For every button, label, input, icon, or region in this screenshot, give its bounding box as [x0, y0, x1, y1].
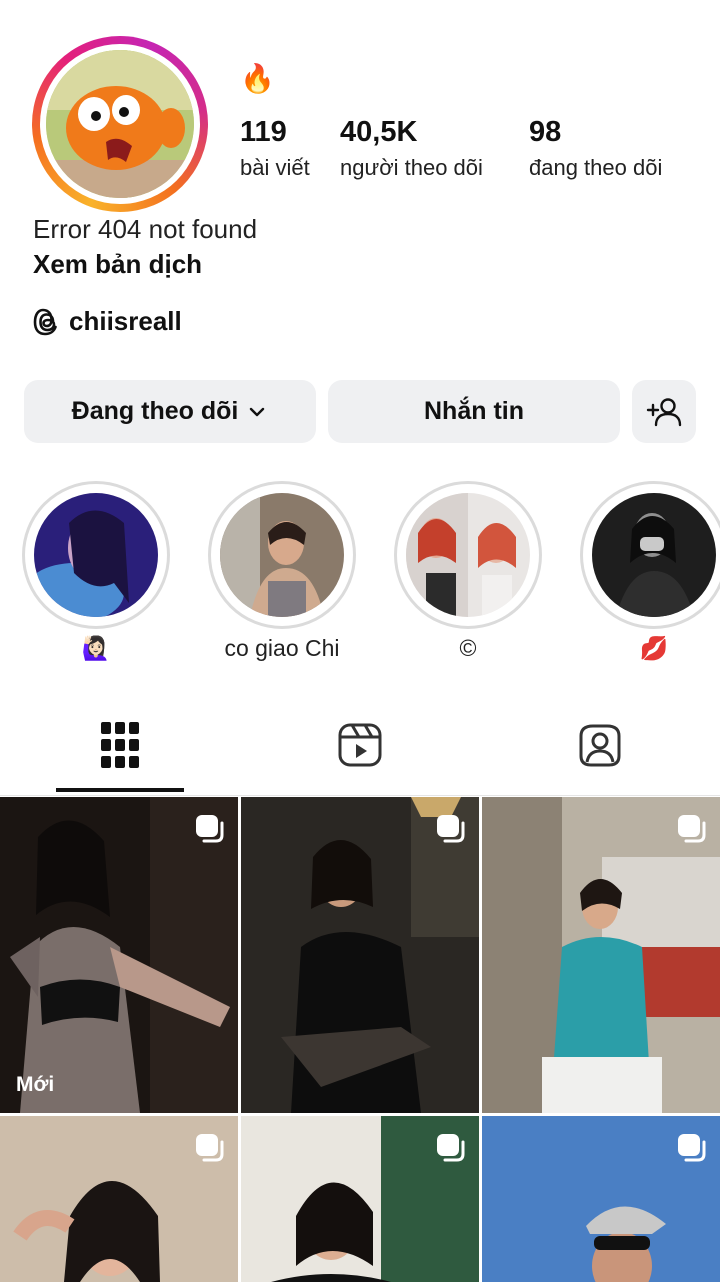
multiple-photos-icon — [196, 1134, 224, 1162]
multiple-photos-icon — [678, 815, 706, 843]
highlight-label: © — [459, 635, 477, 661]
threads-link[interactable]: chiisreall — [33, 306, 182, 337]
following-stat[interactable]: 98 đang theo dõi — [529, 116, 662, 181]
add-person-icon — [646, 397, 682, 426]
post-tile[interactable]: Mới — [0, 797, 238, 1113]
tab-reels[interactable] — [296, 715, 424, 775]
tagged-person-icon — [579, 724, 621, 767]
threads-icon — [33, 308, 57, 335]
highlight-cover — [34, 493, 158, 617]
tab-posts-grid[interactable] — [56, 715, 184, 775]
highlight-4[interactable]: 💋 — [580, 481, 720, 661]
grid-icon — [101, 722, 139, 768]
active-tab-indicator — [56, 788, 184, 792]
post-tile[interactable] — [482, 797, 720, 1113]
threads-handle: chiisreall — [69, 306, 182, 336]
post-tile[interactable] — [241, 1116, 479, 1282]
highlight-ring — [394, 481, 542, 629]
bio-text: Error 404 not found — [33, 214, 258, 244]
post-tile[interactable] — [482, 1116, 720, 1282]
new-post-badge: Mới — [16, 1073, 55, 1096]
highlight-ring — [208, 481, 356, 629]
post-tile[interactable] — [241, 797, 479, 1113]
highlight-2[interactable]: co giao Chi — [208, 481, 356, 661]
highlight-ring — [580, 481, 720, 629]
highlight-1[interactable]: 🙋🏻‍♀️ — [22, 481, 170, 661]
multiple-photos-icon — [196, 815, 224, 843]
highlight-cover — [592, 493, 716, 617]
following-button-label: Đang theo dõi — [71, 397, 239, 425]
highlight-label: 💋 — [639, 635, 669, 661]
highlight-ring — [22, 481, 170, 629]
post-tile[interactable] — [0, 1116, 238, 1282]
fire-emoji: 🔥 — [240, 63, 275, 94]
followers-count: 40,5K — [340, 116, 418, 148]
highlight-cover — [406, 493, 530, 617]
highlight-3[interactable]: © — [394, 481, 542, 661]
highlight-label: co giao Chi — [224, 635, 340, 661]
chevron-down-icon — [250, 407, 265, 416]
followers-label: người theo dõi — [340, 155, 483, 180]
highlight-label: 🙋🏻‍♀️ — [81, 635, 111, 661]
grid-divider — [0, 795, 720, 796]
see-translation-link[interactable]: Xem bản dịch — [33, 249, 202, 280]
posts-count: 119 — [240, 116, 287, 148]
multiple-photos-icon — [678, 1134, 706, 1162]
suggest-accounts-button[interactable] — [632, 380, 696, 443]
multiple-photos-icon — [437, 815, 465, 843]
highlight-cover — [220, 493, 344, 617]
following-count: 98 — [529, 116, 562, 148]
multiple-photos-icon — [437, 1134, 465, 1162]
message-button[interactable]: Nhắn tin — [328, 380, 620, 443]
reels-icon — [338, 723, 382, 767]
avatar[interactable] — [46, 50, 194, 198]
posts-stat[interactable]: 119 bài viết — [240, 116, 310, 181]
following-button[interactable]: Đang theo dõi — [24, 380, 316, 443]
followers-stat[interactable]: 40,5K người theo dõi — [340, 116, 483, 181]
posts-label: bài viết — [240, 155, 310, 180]
tab-tagged[interactable] — [536, 715, 664, 775]
following-label: đang theo dõi — [529, 155, 663, 180]
message-button-label: Nhắn tin — [424, 397, 524, 425]
